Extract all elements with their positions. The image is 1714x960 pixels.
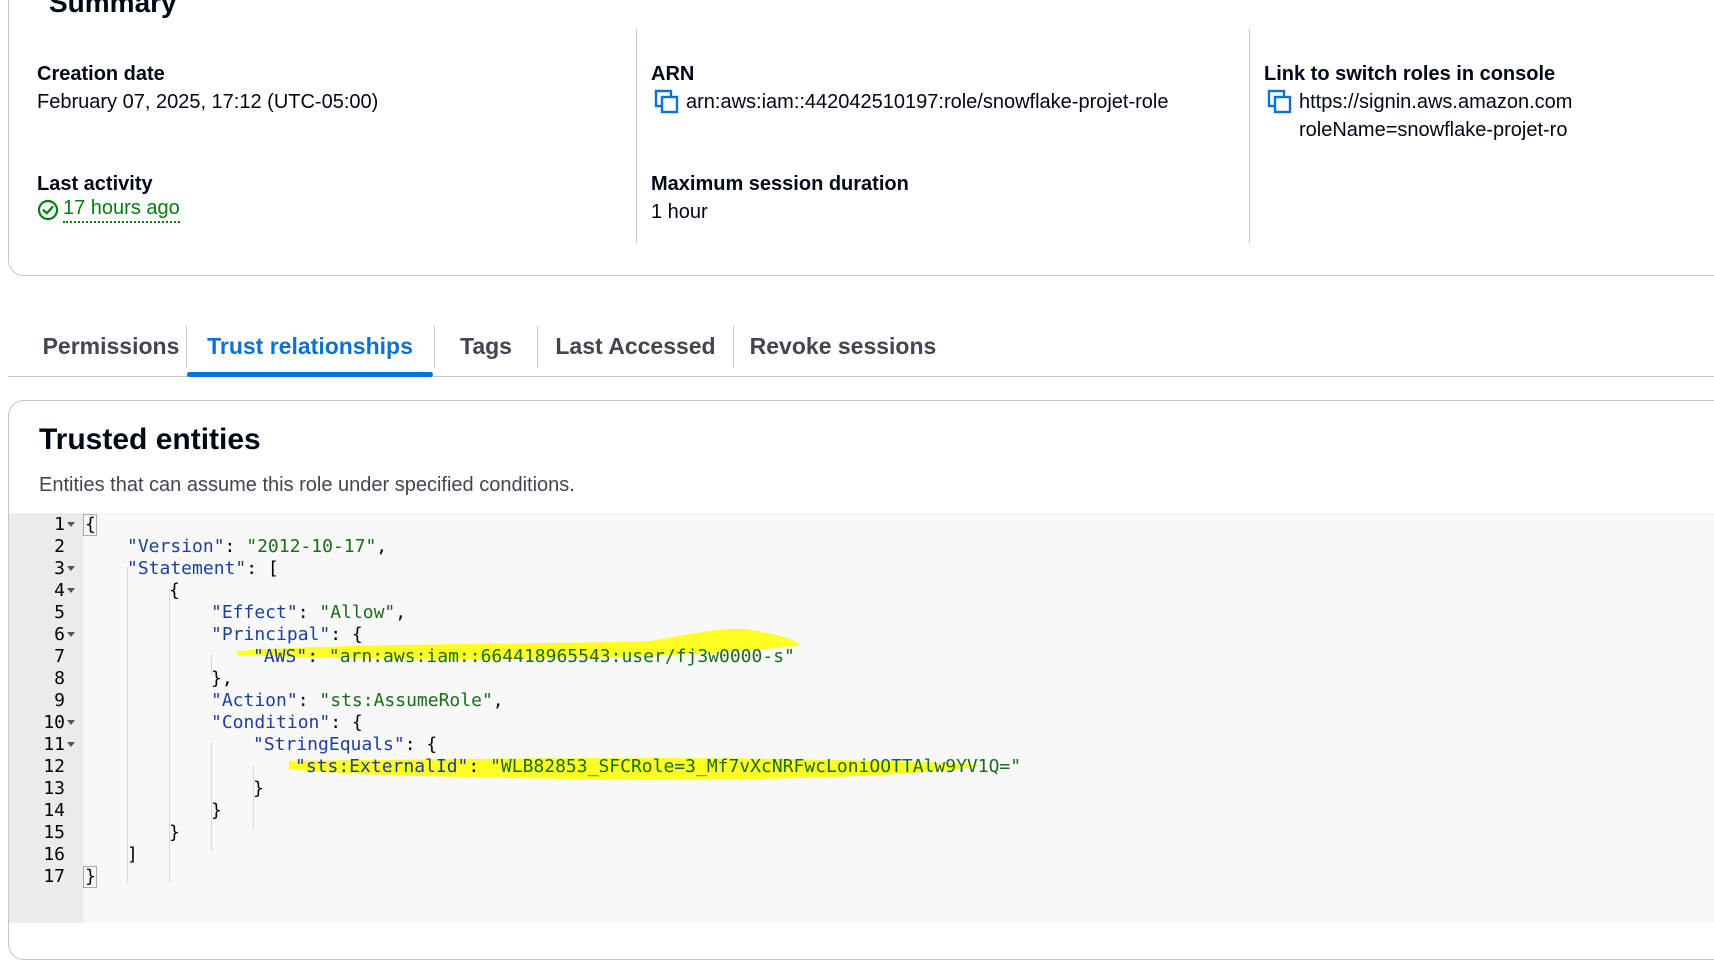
code-line: 5 "Effect": "Allow",	[9, 601, 1714, 625]
tab-tags[interactable]: Tags	[435, 318, 537, 374]
switch-role-label: Link to switch roles in console	[1264, 63, 1556, 85]
code-line: 4 {	[9, 579, 1714, 603]
code-text: {	[83, 514, 97, 536]
code-text: "Principal": {	[211, 624, 363, 645]
code-text: "Condition": {	[211, 712, 363, 733]
code-text: "Statement": [	[127, 558, 279, 579]
line-number: 11	[43, 734, 65, 755]
max-session-label: Maximum session duration	[651, 173, 909, 195]
code-text: ]	[127, 844, 138, 865]
code-text: "AWS": "arn:aws:iam::664418965543:user/f…	[253, 646, 795, 667]
code-text: }	[83, 866, 97, 888]
code-line: 3 "Statement": [	[9, 557, 1714, 581]
code-text: }	[253, 778, 264, 799]
last-activity-label: Last activity	[37, 173, 153, 195]
arn-label: ARN	[651, 63, 695, 85]
line-number: 5	[54, 602, 65, 623]
code-line: 17 }	[9, 865, 1714, 889]
arn-value: arn:aws:iam::442042510197:role/snowflake…	[686, 91, 1169, 113]
summary-title: Summary	[49, 0, 177, 18]
line-number: 17	[43, 866, 65, 887]
code-text: "sts:ExternalId": "WLB82853_SFCRole=3_Mf…	[295, 756, 1022, 777]
line-number: 7	[54, 646, 65, 667]
switch-role-link-line2[interactable]: roleName=snowflake-projet-ro	[1299, 119, 1567, 142]
role-tabs: Permissions Trust relationships Tags Las…	[8, 318, 1714, 377]
trusted-entities-description: Entities that can assume this role under…	[39, 474, 575, 496]
code-line: 7 "AWS": "arn:aws:iam::664418965543:user…	[9, 645, 1714, 669]
code-text: {	[169, 580, 180, 601]
code-text: "Effect": "Allow",	[211, 602, 407, 623]
check-circle-icon	[37, 199, 59, 221]
copy-icon[interactable]	[1267, 89, 1293, 115]
trusted-entities-panel: Trusted entities Entities that can assum…	[8, 400, 1714, 960]
tab-trust-relationships[interactable]: Trust relationships	[187, 318, 433, 377]
line-number: 16	[43, 844, 65, 865]
creation-date-label: Creation date	[37, 63, 165, 85]
code-line: 15 }	[9, 821, 1714, 845]
line-number: 8	[54, 668, 65, 689]
line-number: 1	[54, 514, 65, 535]
line-number: 10	[43, 712, 65, 733]
last-activity-value: 17 hours ago	[63, 197, 180, 223]
fold-arrow-icon[interactable]	[67, 720, 75, 725]
code-text: "Action": "sts:AssumeRole",	[211, 690, 504, 711]
last-activity-link[interactable]: 17 hours ago	[37, 197, 180, 223]
code-text: "StringEquals": {	[253, 734, 438, 755]
code-line: 1 {	[9, 513, 1714, 537]
tab-permissions[interactable]: Permissions	[22, 318, 200, 374]
fold-arrow-icon[interactable]	[67, 566, 75, 571]
code-text: }	[169, 822, 180, 843]
line-number: 9	[54, 690, 65, 711]
creation-date-value: February 07, 2025, 17:12 (UTC-05:00)	[37, 91, 379, 113]
code-text: "Version": "2012-10-17",	[127, 536, 388, 557]
line-number: 4	[54, 580, 65, 601]
column-divider	[1249, 29, 1250, 243]
tab-last-accessed[interactable]: Last Accessed	[538, 318, 733, 374]
max-session-value: 1 hour	[651, 201, 708, 223]
code-text: },	[211, 668, 233, 689]
policy-code-editor[interactable]: 1 { 2 "Version": "2012-10-17", 3 "Statem…	[9, 513, 1714, 923]
code-line: 10 "Condition": {	[9, 711, 1714, 735]
code-line: 8 },	[9, 667, 1714, 691]
code-line: 12 "sts:ExternalId": "WLB82853_SFCRole=3…	[9, 755, 1714, 779]
code-line: 9 "Action": "sts:AssumeRole",	[9, 689, 1714, 713]
summary-panel: Summary Creation date February 07, 2025,…	[8, 0, 1714, 276]
code-text: }	[211, 800, 222, 821]
code-line: 6 "Principal": {	[9, 623, 1714, 647]
line-number: 15	[43, 822, 65, 843]
fold-arrow-icon[interactable]	[67, 522, 75, 527]
line-number: 13	[43, 778, 65, 799]
line-number: 3	[54, 558, 65, 579]
fold-arrow-icon[interactable]	[67, 742, 75, 747]
copy-icon[interactable]	[654, 89, 680, 115]
code-line: 14 }	[9, 799, 1714, 823]
switch-role-link-line1[interactable]: https://signin.aws.amazon.com	[1299, 91, 1572, 114]
column-divider	[636, 29, 637, 243]
line-number: 12	[43, 756, 65, 777]
line-number: 6	[54, 624, 65, 645]
fold-arrow-icon[interactable]	[67, 632, 75, 637]
code-line: 13 }	[9, 777, 1714, 801]
fold-arrow-icon[interactable]	[67, 588, 75, 593]
code-line: 11 "StringEquals": {	[9, 733, 1714, 757]
tab-revoke-sessions[interactable]: Revoke sessions	[734, 318, 952, 374]
line-number: 14	[43, 800, 65, 821]
line-number: 2	[54, 536, 65, 557]
code-line: 2 "Version": "2012-10-17",	[9, 535, 1714, 559]
trusted-entities-title: Trusted entities	[39, 423, 261, 456]
code-line: 16 ]	[9, 843, 1714, 867]
